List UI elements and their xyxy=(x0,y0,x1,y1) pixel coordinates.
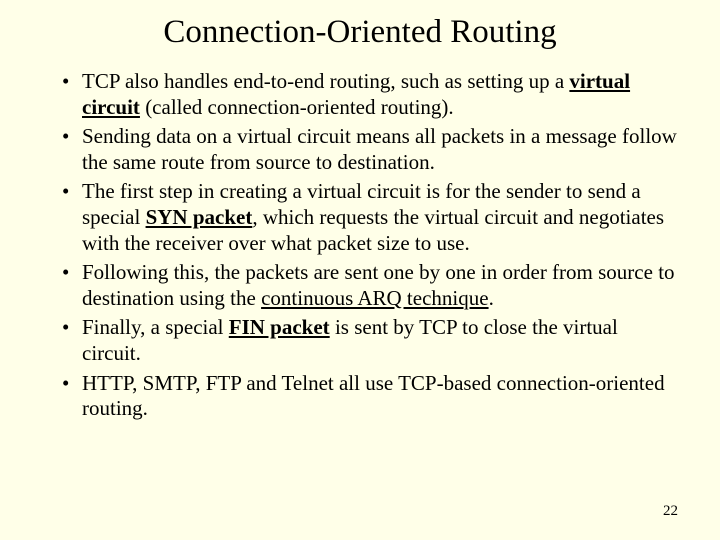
bullet-text: . xyxy=(489,286,494,310)
bullet-text: (called connection-oriented routing). xyxy=(140,95,454,119)
slide-title: Connection-Oriented Routing xyxy=(36,14,684,51)
bullet-text: Finally, a special xyxy=(82,315,229,339)
bullet-text: HTTP, SMTP, FTP and Telnet all use TCP-b… xyxy=(82,371,665,421)
list-item: TCP also handles end-to-end routing, suc… xyxy=(62,69,678,120)
list-item: HTTP, SMTP, FTP and Telnet all use TCP-b… xyxy=(62,371,678,422)
list-item: Following this, the packets are sent one… xyxy=(62,260,678,311)
slide: Connection-Oriented Routing TCP also han… xyxy=(0,0,720,540)
bullet-list: TCP also handles end-to-end routing, suc… xyxy=(36,69,684,422)
list-item: Sending data on a virtual circuit means … xyxy=(62,124,678,175)
bullet-text: TCP also handles end-to-end routing, suc… xyxy=(82,69,569,93)
underlined-term: continuous ARQ technique xyxy=(261,286,488,310)
underlined-term: FIN packet xyxy=(229,315,330,339)
underlined-term: SYN packet xyxy=(146,205,253,229)
list-item: The first step in creating a virtual cir… xyxy=(62,179,678,256)
page-number: 22 xyxy=(663,503,678,520)
list-item: Finally, a special FIN packet is sent by… xyxy=(62,315,678,366)
bullet-text: Sending data on a virtual circuit means … xyxy=(82,124,677,174)
